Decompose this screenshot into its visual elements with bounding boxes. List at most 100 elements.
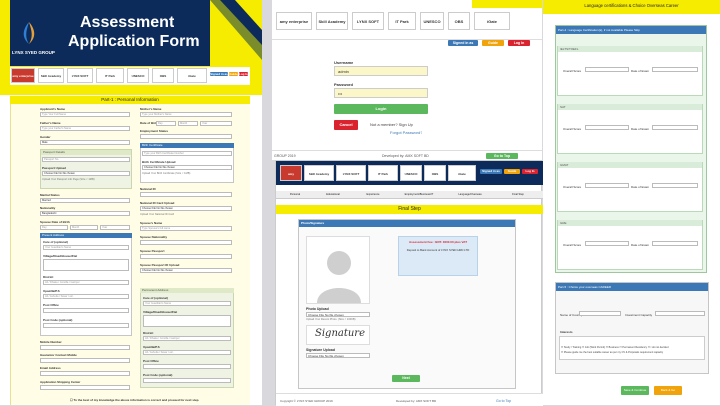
dob-month[interactable]: Month <box>178 121 198 126</box>
post-code-input[interactable] <box>43 323 129 328</box>
login-button[interactable]: Login <box>334 104 428 114</box>
father-name-input[interactable]: Type your Father's Name <box>40 126 130 131</box>
gender-select[interactable]: Male <box>40 140 130 145</box>
signup-link[interactable]: Not a member? Sign Up <box>370 122 413 127</box>
signed-in-button[interactable]: Signed in as <box>480 169 502 174</box>
score-input[interactable] <box>585 183 629 188</box>
login-footer: GROUP 2019 Developed by: AMX SOFT BD Go … <box>272 150 542 160</box>
guarantor-input[interactable] <box>40 358 130 363</box>
step-personal[interactable]: Personal <box>280 193 310 196</box>
login-button-small[interactable]: Log In <box>522 169 538 174</box>
exam-date-label: Date of Exam <box>631 69 650 73</box>
cancel-button[interactable]: Cancel <box>334 120 358 130</box>
perm-post-code-input[interactable] <box>143 378 231 383</box>
spouse-dob-month[interactable]: Month <box>70 225 98 230</box>
interest-label: Interests <box>560 330 573 334</box>
employment-input[interactable] <box>140 134 232 139</box>
perm-village-input[interactable] <box>143 315 231 327</box>
nid-upload-input[interactable]: Choose File No file chosen <box>140 206 232 211</box>
next-button[interactable]: Next <box>392 375 420 382</box>
email-input[interactable] <box>40 371 130 376</box>
birth-cert-input[interactable]: Type your Birth Certificate Number <box>142 151 232 156</box>
score-input[interactable] <box>585 67 629 72</box>
go-to-top-button[interactable]: Go to Top <box>486 153 518 159</box>
spouse-passport-upload-input[interactable]: Choose File No file chosen <box>140 268 232 273</box>
exam-date-input[interactable] <box>652 183 698 188</box>
logo-item: Skill Academy <box>316 12 348 30</box>
spouse-passport-input[interactable] <box>140 254 232 259</box>
signature-upload-input[interactable]: Choose File No file chosen <box>306 353 370 358</box>
passport-no-input[interactable]: Passport No. <box>42 157 130 162</box>
perm-post-office-input[interactable] <box>143 364 231 369</box>
village-label: Village/Road/House/Flat <box>43 254 78 258</box>
spouse-nationality-input[interactable] <box>140 240 232 245</box>
interest-options[interactable]: ☐ Study / Training ☐ Job (Work Permit) ☐… <box>561 346 703 349</box>
agree-checkbox[interactable]: ☐ To the best of my knowledge the above … <box>70 398 199 402</box>
fee-title: Assessment Fee : BDT. 3000.00 plus VAT <box>408 240 468 244</box>
dob-day[interactable]: Day <box>156 121 176 126</box>
exam-date-input[interactable] <box>652 67 698 72</box>
perm-care-of-input[interactable]: Your Guardian's Name <box>143 301 231 306</box>
exam-date-input[interactable] <box>652 125 698 130</box>
score-input[interactable] <box>585 125 629 130</box>
dob-year[interactable]: Year <box>200 121 232 126</box>
logo-item: amy enterprise <box>11 68 35 83</box>
step-educational[interactable]: Educational <box>316 193 350 196</box>
spouse-dob-year[interactable]: Year <box>100 225 130 230</box>
guide-button[interactable]: Guide <box>504 169 520 174</box>
password-input[interactable]: ••• <box>334 88 428 98</box>
spouse-name-input[interactable]: Type Spouse's full name <box>140 226 232 231</box>
birth-upload-input[interactable]: Choose File No file chosen <box>142 165 232 170</box>
marital-status-select[interactable]: Married <box>40 198 130 203</box>
login-button-small[interactable]: Log In <box>239 72 248 76</box>
final-footer: Copyright © LYNX SYED GROUP 2019 Develop… <box>276 393 543 406</box>
nid-input[interactable] <box>140 192 232 197</box>
interest-guide-option[interactable]: ☐ Please guide me the best suitable care… <box>561 351 703 354</box>
shipping-center-input[interactable] <box>40 385 130 390</box>
step-employment[interactable]: Employment/Business/IT <box>396 193 442 196</box>
final-header: amy enterprise Skill Academy LYNX SOFT I… <box>276 161 543 185</box>
employment-label: Employment Status <box>140 129 169 133</box>
score-input[interactable] <box>585 241 629 246</box>
nationality-input[interactable]: Bangladeshi <box>40 211 130 216</box>
passport-upload-input[interactable]: Choose File No file chosen <box>42 171 130 176</box>
upazilla-input[interactable]: All / Ashulia / Savar / etc. <box>43 294 129 299</box>
guide-button[interactable]: Guide <box>482 40 504 46</box>
perm-upazilla-input[interactable]: All / Ashulia / Savar / etc. <box>143 350 231 355</box>
gender-label: Gender <box>40 135 51 139</box>
back-button[interactable]: Back & Go <box>654 386 682 395</box>
language-title: Language certifications & Choice Oversea… <box>584 3 679 8</box>
mother-name-input[interactable]: Type your Mother's Name <box>140 112 232 117</box>
capacity-input[interactable] <box>655 311 705 316</box>
signed-in-button[interactable]: Signed in as <box>448 40 478 46</box>
mobile-input[interactable] <box>40 345 130 350</box>
logo-item: Skill Academy <box>304 165 334 181</box>
applicant-name-input[interactable]: Type Your Full Name <box>40 112 130 117</box>
login-button-small[interactable]: Log In <box>508 40 530 46</box>
exam-date-label: Date of Exam <box>631 243 650 247</box>
guide-button[interactable]: Guide <box>229 72 238 76</box>
forgot-password-link[interactable]: Forgot Password? <box>390 130 422 135</box>
username-input[interactable]: admin <box>334 66 428 76</box>
district-input[interactable]: All / Dhaka / Comilla / Gazipur <box>43 280 129 285</box>
care-of-input[interactable]: Your Guardian's Name <box>43 245 129 250</box>
save-continue-button[interactable]: Save & Continue <box>621 386 649 395</box>
go-to-top-link[interactable]: Go to Top <box>496 399 511 403</box>
country-input[interactable] <box>579 311 621 316</box>
perm-district-input[interactable]: All / Dhaka / Comilla / Gazipur <box>143 336 231 341</box>
post-office-input[interactable] <box>43 308 129 313</box>
section-title: Part-1 : Personal Information <box>10 96 250 104</box>
signed-in-button[interactable]: Signed in as <box>210 72 228 76</box>
step-experience[interactable]: Experience <box>356 193 390 196</box>
step-language[interactable]: Language/Overseas <box>446 193 494 196</box>
passport-head: Passport Details <box>41 150 131 155</box>
village-input[interactable] <box>43 259 129 271</box>
photo-upload-input[interactable]: Choose File No file chosen <box>306 312 370 317</box>
step-final[interactable]: Final Step <box>500 193 536 196</box>
logo-item: LYNX SOFT <box>67 68 93 83</box>
spouse-dob-day[interactable]: Day <box>40 225 68 230</box>
guarantor-label: Guarantor Contact Mobile <box>40 353 77 357</box>
nationality-label: Nationality <box>40 206 56 210</box>
exam-date-input[interactable] <box>652 241 698 246</box>
signature-upload-label: Signature Upload <box>306 348 335 352</box>
